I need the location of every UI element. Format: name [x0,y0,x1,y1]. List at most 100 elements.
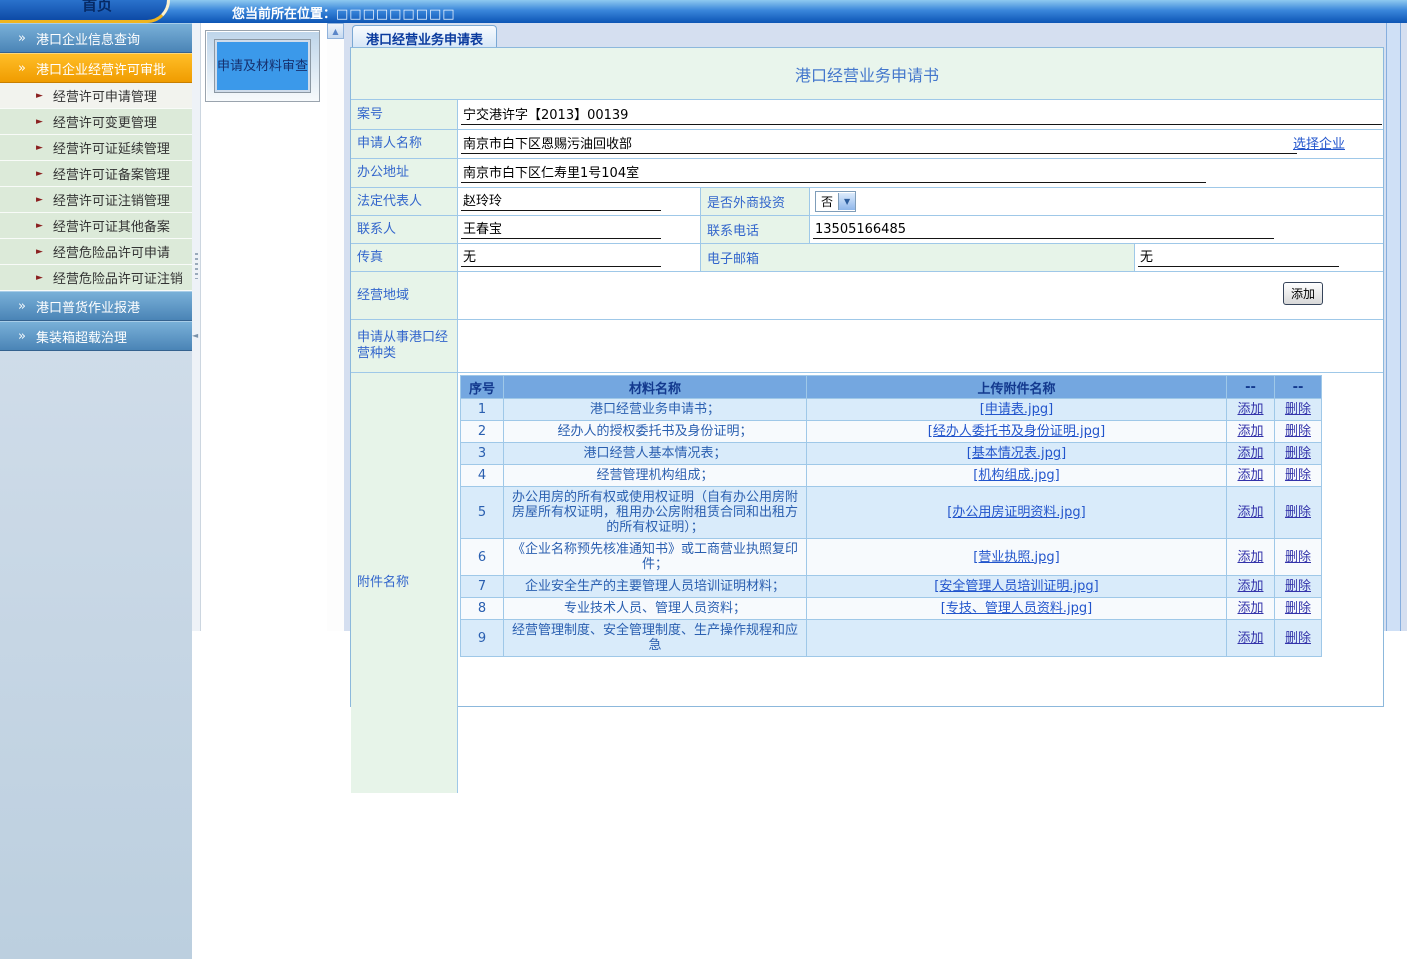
sidebar-item[interactable]: »港口普货作业报港 [0,291,192,321]
legal-rep-field[interactable]: 赵玲玲 [461,190,661,211]
sidebar-subitem[interactable]: ►经营许可证延续管理 [0,135,192,161]
email-field[interactable]: 无 [1138,246,1339,267]
attachment-file-cell: [申请表.jpg] [807,399,1227,421]
sidebar-subitem-label: 经营危险品许可证注销 [53,268,183,287]
sidebar-item-port-enterprise-info[interactable]: » 港口企业信息查询 [0,23,192,53]
scroll-up-icon[interactable]: ▲ [327,23,344,39]
delete-attachment-link[interactable]: 删除 [1285,424,1311,439]
add-region-button[interactable]: 添加 [1283,282,1323,305]
contact-phone-field[interactable]: 13505166485 [813,222,1274,239]
office-address-label: 办公地址 [351,159,458,187]
tab-home[interactable]: 首页 [82,0,112,15]
attachment-material-name: 办公用房的所有权或使用权证明（自有办公用房附房屋所有权证明，租用办公房附租赁合同… [504,487,807,539]
attachment-file-cell: [专技、管理人员资料.jpg] [807,598,1227,620]
delete-attachment-link[interactable]: 删除 [1285,446,1311,461]
arrow-right-icon: ► [36,247,43,257]
contact-phone-label: 联系电话 [700,216,810,243]
attachment-table: 序号材料名称上传附件名称---- 1港口经营业务申请书；[申请表.jpg]添加删… [460,375,1322,657]
add-attachment-link[interactable]: 添加 [1237,601,1263,616]
attachment-file-cell: [安全管理人员培训证明.jpg] [807,576,1227,598]
sidebar-subitem[interactable]: ►经营许可变更管理 [0,109,192,135]
sidebar-subitem-label: 经营许可申请管理 [53,86,157,105]
add-attachment-link[interactable]: 添加 [1237,550,1263,565]
attachment-file-link[interactable]: [基本情况表.jpg] [967,446,1066,461]
fax-label: 传真 [351,244,458,271]
delete-attachment-link[interactable]: 删除 [1285,601,1311,616]
attachment-file-cell: [经办人委托书及身份证明.jpg] [807,421,1227,443]
add-attachment-link[interactable]: 添加 [1237,468,1263,483]
attachment-material-name: 经办人的授权委托书及身份证明； [504,421,807,443]
attachment-file-cell: [营业执照.jpg] [807,539,1227,576]
attachment-file-link[interactable]: [机构组成.jpg] [973,468,1059,483]
chevron-right-icon: » [18,31,26,46]
attachment-file-link[interactable]: [专技、管理人员资料.jpg] [941,601,1092,616]
sidebar-subitem-label: 经营许可证备案管理 [53,164,170,183]
tab-strip: 港口经营业务申请表 [344,23,1407,47]
attachment-file-link[interactable]: [经办人委托书及身份证明.jpg] [928,424,1105,439]
sidebar-subitem[interactable]: ► 经营危险品许可申请 [0,239,192,265]
attachment-row: 3港口经营人基本情况表；[基本情况表.jpg]添加删除 [461,443,1322,465]
attachment-delete-cell: 删除 [1275,620,1322,657]
sidebar-subitem[interactable]: ► 经营许可证注销管理 [0,187,192,213]
sidebar-subitem-label: 经营危险品许可申请 [53,242,170,261]
business-types-field[interactable] [458,320,1383,372]
sidebar-subitem-label: 经营许可证注销管理 [53,190,170,209]
arrow-right-icon: ► [36,143,43,153]
attachment-file-link[interactable]: [办公用房证明资料.jpg] [947,505,1085,520]
attachment-file-link[interactable]: [营业执照.jpg] [973,550,1059,565]
delete-attachment-link[interactable]: 删除 [1285,550,1311,565]
sidebar-subitem[interactable]: ►经营许可申请管理 [0,83,192,109]
attachment-column-header: 材料名称 [504,376,807,399]
attachment-delete-cell: 删除 [1275,399,1322,421]
sidebar-subitem[interactable]: ►经营许可证其他备案 [0,213,192,239]
main-content: 港口经营业务申请表 港口经营业务申请书 案号 宁交港许字【2013】00139 … [344,23,1407,631]
case-no-field[interactable]: 宁交港许字【2013】00139 [461,104,1382,125]
main-scrollbar[interactable] [1386,23,1401,631]
delete-attachment-link[interactable]: 删除 [1285,505,1311,520]
attachment-material-name: 专业技术人员、管理人员资料； [504,598,807,620]
add-attachment-link[interactable]: 添加 [1237,631,1263,646]
add-attachment-link[interactable]: 添加 [1237,424,1263,439]
attachment-column-header: 上传附件名称 [807,376,1227,399]
sidebar-subitem[interactable]: ►经营许可证备案管理 [0,161,192,187]
case-no-label: 案号 [351,100,458,129]
arrow-right-icon: ► [36,195,43,205]
attachment-file-link[interactable]: [申请表.jpg] [980,402,1053,417]
breadcrumb-label: 您当前所在位置： [232,7,336,22]
breadcrumb: 您当前所在位置：□□□□□□□□□ [232,3,456,22]
office-address-field[interactable]: 南京市白下区仁寿里1号104室 [461,162,1206,183]
applicant-name-field[interactable]: 南京市白下区恩赐污油回收部 [461,133,1297,154]
attachment-material-name: 经营管理制度、安全管理制度、生产操作规程和应急 [504,620,807,657]
attachment-row-number: 2 [461,421,504,443]
frame-splitter[interactable]: ◄ [192,23,201,631]
attachment-file-cell: [基本情况表.jpg] [807,443,1227,465]
task-frame-scrollbar[interactable]: ▲ [327,23,344,631]
attachment-material-name: 港口经营业务申请书； [504,399,807,421]
attachment-delete-cell: 删除 [1275,539,1322,576]
sidebar-subitem[interactable]: ►经营危险品许可证注销 [0,265,192,291]
fax-field[interactable]: 无 [461,246,661,267]
collapse-left-icon[interactable]: ◄ [192,331,198,340]
attachment-add-cell: 添加 [1227,598,1275,620]
attachment-file-link[interactable]: [安全管理人员培训证明.jpg] [934,579,1098,594]
add-attachment-link[interactable]: 添加 [1237,579,1263,594]
add-attachment-link[interactable]: 添加 [1237,402,1263,417]
splitter-grip-icon[interactable] [195,253,198,279]
delete-attachment-link[interactable]: 删除 [1285,579,1311,594]
review-application-button[interactable]: 申请及材料审查 [214,39,311,93]
chevron-right-icon: » [18,61,26,76]
delete-attachment-link[interactable]: 删除 [1285,631,1311,646]
attachment-delete-cell: 删除 [1275,487,1322,539]
delete-attachment-link[interactable]: 删除 [1285,468,1311,483]
foreign-invest-select[interactable]: 否 ▼ [815,191,856,212]
select-enterprise-link[interactable]: 选择企业 [1293,133,1345,152]
chevron-right-icon: » [18,329,26,344]
contact-person-field[interactable]: 王春宝 [461,218,661,239]
delete-attachment-link[interactable]: 删除 [1285,402,1311,417]
add-attachment-link[interactable]: 添加 [1237,446,1263,461]
add-attachment-link[interactable]: 添加 [1237,505,1263,520]
legal-rep-label: 法定代表人 [351,188,458,215]
sidebar-item-license-approval[interactable]: » 港口企业经营许可审批 [0,53,192,83]
sidebar-item[interactable]: »集装箱超载治理 [0,321,192,351]
attachment-file-cell: [办公用房证明资料.jpg] [807,487,1227,539]
